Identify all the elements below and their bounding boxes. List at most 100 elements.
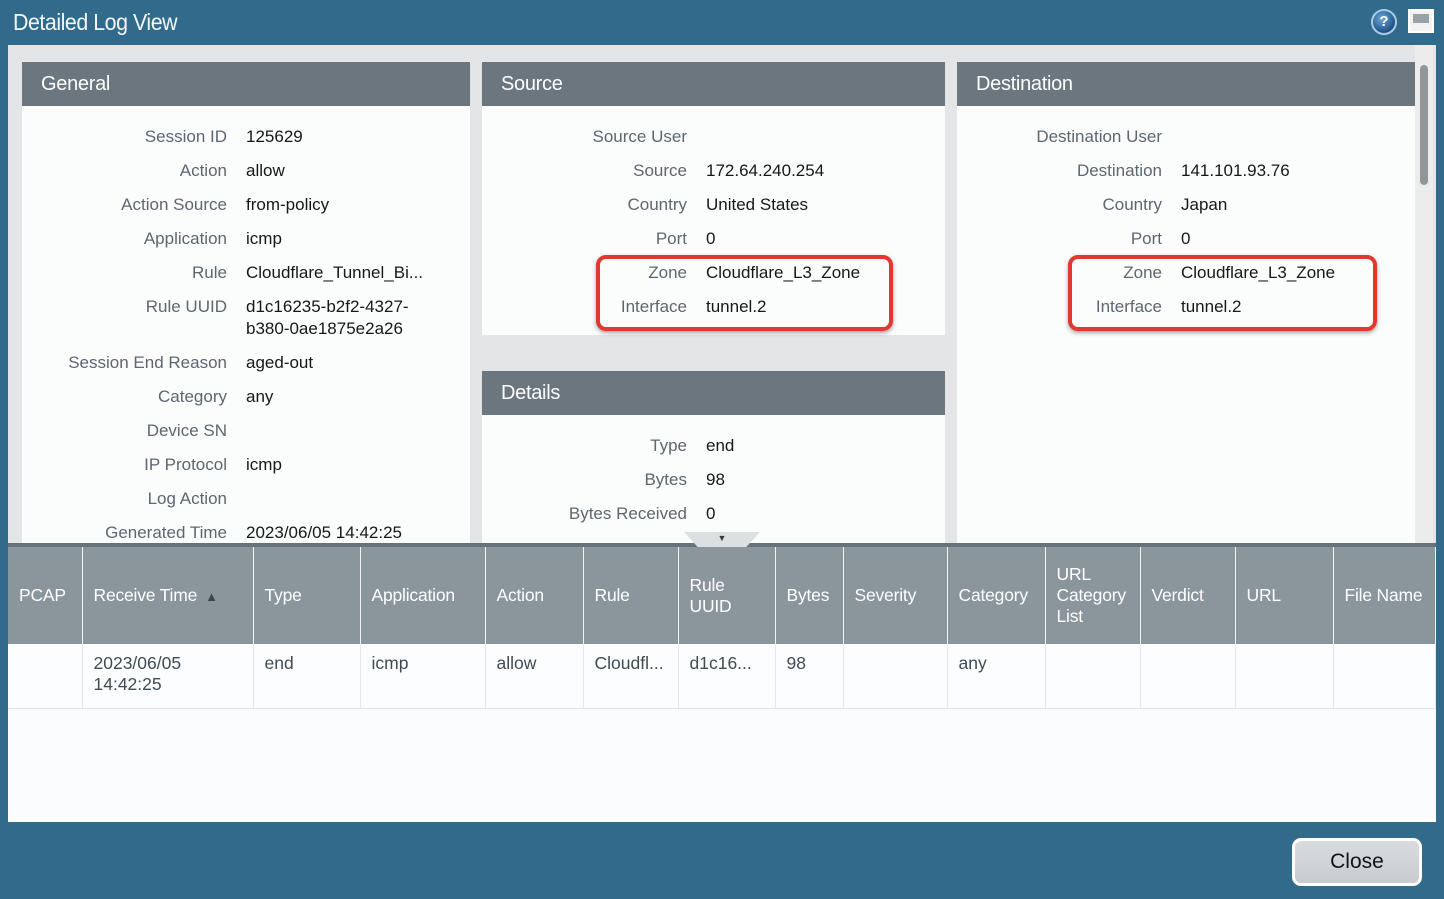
field-value: from-policy [246, 194, 329, 216]
column-header-rule[interactable]: Rule [583, 547, 678, 644]
field-row-bytes-received: Bytes Received 0 [482, 497, 945, 531]
general-panel: General Session ID 125629 Action allow A… [22, 62, 470, 543]
destination-panel-body: Destination User Destination 141.101.93.… [957, 106, 1415, 543]
close-button[interactable]: Close [1292, 838, 1422, 886]
source-panel-header: Source [482, 62, 945, 106]
field-value: 141.101.93.76 [1181, 160, 1290, 182]
column-header-action[interactable]: Action [485, 547, 583, 644]
field-row-destination: Destination 141.101.93.76 [957, 154, 1415, 188]
column-header-bytes[interactable]: Bytes [775, 547, 843, 644]
cell-pcap[interactable] [8, 644, 82, 708]
cell-verdict[interactable] [1140, 644, 1235, 708]
column-header-verdict[interactable]: Verdict [1140, 547, 1235, 644]
column-header-receive-time[interactable]: Receive Time ▲ [82, 547, 253, 644]
maximize-window-icon[interactable] [1408, 9, 1434, 33]
column-header-rule-uuid[interactable]: Rule UUID [678, 547, 775, 644]
field-row-source-country: Country United States [482, 188, 945, 222]
details-panel-body: Type end Bytes 98 Bytes Received 0 [482, 415, 945, 543]
cell-url[interactable] [1235, 644, 1333, 708]
dialog-titlebar: Detailed Log View ? [0, 0, 1444, 45]
field-label: Country [482, 194, 687, 216]
detail-region-scrollbar[interactable] [1415, 45, 1433, 543]
field-label: Port [957, 228, 1162, 250]
field-label: Type [482, 435, 687, 457]
column-header-label: Receive Time [94, 585, 198, 605]
column-header-category[interactable]: Category [947, 547, 1045, 644]
field-row-application: Application icmp [22, 222, 470, 256]
details-panel: Details Type end Bytes 98 Bytes Received… [482, 371, 945, 543]
column-header-pcap[interactable]: PCAP [8, 547, 82, 644]
cell-action[interactable]: allow [485, 644, 583, 708]
column-header-url[interactable]: URL [1235, 547, 1333, 644]
cell-bytes[interactable]: 98 [775, 644, 843, 708]
field-row-destination-user: Destination User [957, 120, 1415, 154]
field-label: Rule [22, 262, 227, 284]
cell-file-name[interactable] [1333, 644, 1436, 708]
field-value: icmp [246, 228, 282, 250]
cell-severity[interactable] [843, 644, 947, 708]
field-label: IP Protocol [22, 454, 227, 476]
log-table-header-row: PCAP Receive Time ▲ Type Application Acti… [8, 547, 1436, 644]
column-header-file-name[interactable]: File Name [1333, 547, 1436, 644]
field-value: 98 [706, 469, 725, 491]
field-row-destination-country: Country Japan [957, 188, 1415, 222]
column-header-application[interactable]: Application [360, 547, 485, 644]
field-label: Rule UUID [22, 296, 227, 340]
field-row-rule-uuid: Rule UUID d1c16235-b2f2-4327-b380-0ae187… [22, 290, 470, 346]
field-value: 125629 [246, 126, 303, 148]
cell-category[interactable]: any [947, 644, 1045, 708]
field-value: any [246, 386, 273, 408]
field-label: Destination User [957, 126, 1162, 148]
field-label: Zone [482, 262, 687, 284]
cell-url-category-list[interactable] [1045, 644, 1140, 708]
field-row-destination-interface: Interface tunnel.2 [957, 290, 1415, 324]
field-label: Session End Reason [22, 352, 227, 374]
field-label: Action Source [22, 194, 227, 216]
field-row-session-id: Session ID 125629 [22, 120, 470, 154]
field-label: Zone [957, 262, 1162, 284]
field-value: end [706, 435, 734, 457]
source-panel-body: Source User Source 172.64.240.254 Countr… [482, 106, 945, 335]
field-label: Destination [957, 160, 1162, 182]
maximize-window-icon-glyph [1413, 14, 1429, 23]
field-label: Application [22, 228, 227, 250]
cell-receive-time[interactable]: 2023/06/05 14:42:25 [82, 644, 253, 708]
field-label: Interface [957, 296, 1162, 318]
field-row-source-port: Port 0 [482, 222, 945, 256]
sort-ascending-icon: ▲ [205, 589, 218, 604]
field-row-type: Type end [482, 429, 945, 463]
field-value: 0 [1181, 228, 1190, 250]
help-icon[interactable]: ? [1371, 9, 1397, 35]
field-row-generated-time: Generated Time 2023/06/05 14:42:25 [22, 516, 470, 543]
field-value: 0 [706, 228, 715, 250]
field-row-action-source: Action Source from-policy [22, 188, 470, 222]
field-row-source-interface: Interface tunnel.2 [482, 290, 945, 324]
cell-type[interactable]: end [253, 644, 360, 708]
destination-panel-header: Destination [957, 62, 1415, 106]
field-label: Device SN [22, 420, 227, 442]
column-header-url-category-list[interactable]: URL Category List [1045, 547, 1140, 644]
column-header-severity[interactable]: Severity [843, 547, 947, 644]
collapse-panel-icon: ▼ [684, 532, 760, 545]
field-label: Country [957, 194, 1162, 216]
cell-rule-uuid[interactable]: d1c16... [678, 644, 775, 708]
general-panel-body: Session ID 125629 Action allow Action So… [22, 106, 470, 543]
cell-application[interactable]: icmp [360, 644, 485, 708]
field-value: tunnel.2 [706, 296, 767, 318]
field-row-source-user: Source User [482, 120, 945, 154]
field-row-destination-port: Port 0 [957, 222, 1415, 256]
field-label: Interface [482, 296, 687, 318]
detail-region-scrollbar-thumb[interactable] [1420, 65, 1428, 185]
cell-rule[interactable]: Cloudfl... [583, 644, 678, 708]
field-value: d1c16235-b2f2-4327-b380-0ae1875e2a26 [246, 296, 418, 340]
table-row[interactable]: 2023/06/05 14:42:25 end icmp allow Cloud… [8, 644, 1436, 708]
field-value: aged-out [246, 352, 313, 374]
column-header-type[interactable]: Type [253, 547, 360, 644]
details-panel-header: Details [482, 371, 945, 415]
field-value: Cloudflare_L3_Zone [1181, 262, 1335, 284]
field-label: Log Action [22, 488, 227, 510]
field-label: Source User [482, 126, 687, 148]
field-label: Source [482, 160, 687, 182]
field-row-log-action: Log Action [22, 482, 470, 516]
field-label: Category [22, 386, 227, 408]
